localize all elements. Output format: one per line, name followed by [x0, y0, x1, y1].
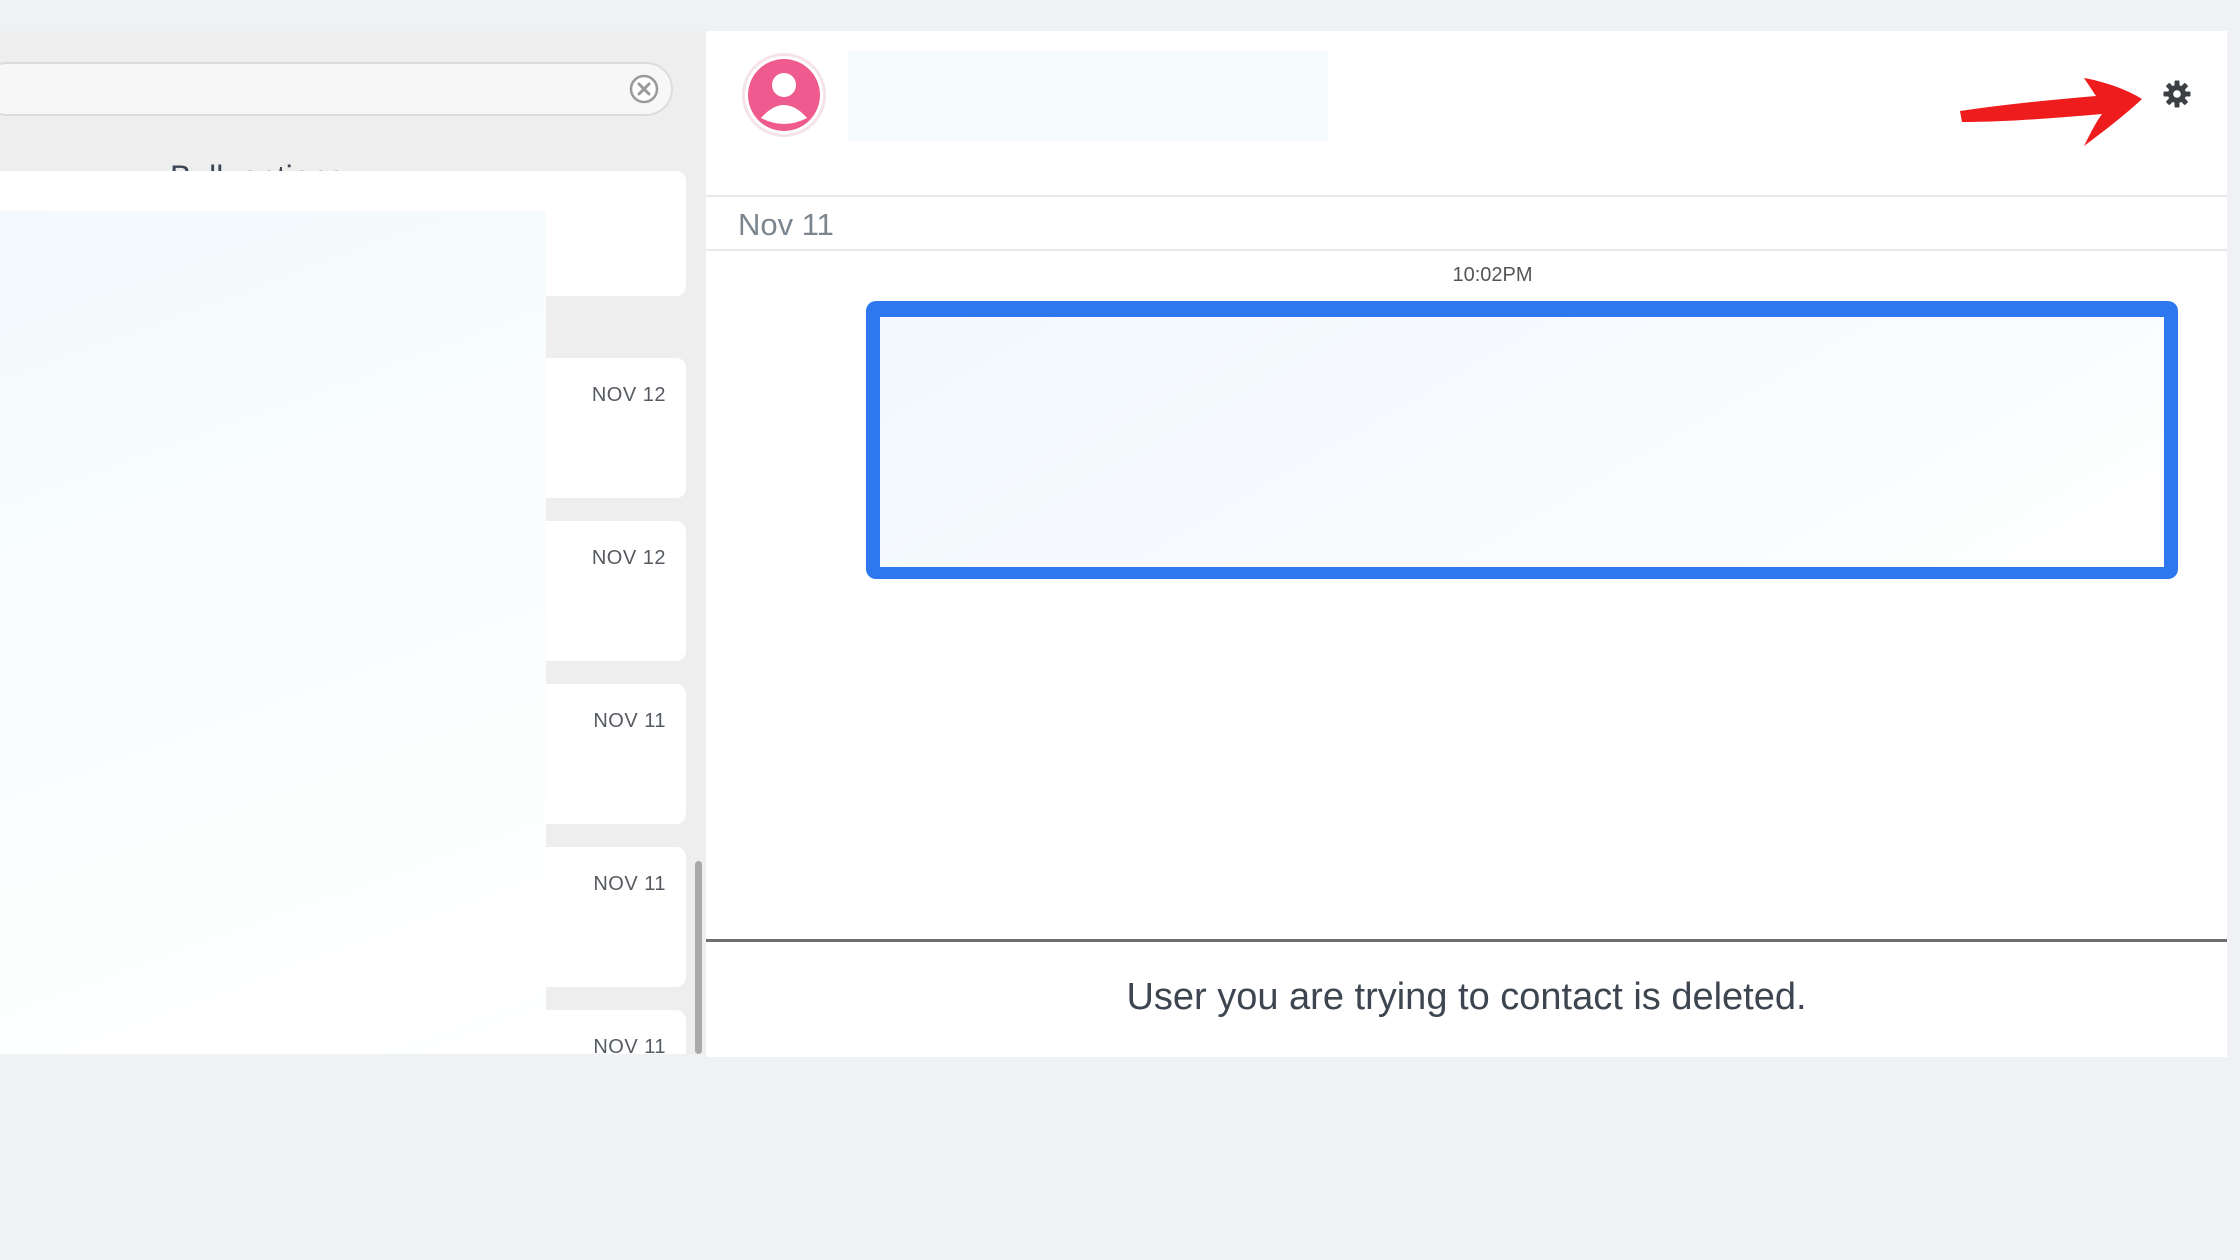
list-scrollbar[interactable] — [695, 861, 702, 1054]
red-arrow-annotation — [1960, 78, 2142, 146]
conversation-date: NOV 11 — [593, 710, 666, 732]
conversation-date: NOV 11 — [593, 1036, 666, 1054]
conversation-date: NOV 11 — [593, 873, 666, 895]
conversation-panel: Nov 11 10:02PM User you are trying to co… — [706, 31, 2227, 1057]
search-box[interactable] — [0, 62, 673, 116]
avatar[interactable] — [742, 53, 826, 137]
search-input[interactable] — [12, 72, 596, 108]
user-avatar-icon — [748, 59, 820, 131]
date-separator-label: Nov 11 — [738, 207, 834, 242]
conversation-header — [706, 31, 2227, 197]
deleted-user-notice: User you are trying to contact is delete… — [1126, 976, 1807, 1018]
gear-icon[interactable] — [2162, 79, 2192, 109]
conversation-date: NOV 12 — [591, 547, 666, 569]
highlighted-message — [866, 301, 2178, 579]
clear-icon[interactable] — [629, 74, 659, 104]
redacted-preview-area — [0, 211, 546, 1054]
message-timestamp: 10:02PM — [1452, 264, 1533, 286]
date-separator: Nov 11 — [706, 197, 2227, 251]
messaging-app: Bulk options NOV 12 NOV 12 NOV 11 NOV 11 — [0, 31, 2227, 1057]
conversation-list-panel: Bulk options NOV 12 NOV 12 NOV 11 NOV 11 — [0, 31, 706, 1054]
deleted-user-notice-bar: User you are trying to contact is delete… — [706, 939, 2227, 1057]
conversation-date: NOV 12 — [591, 384, 666, 406]
contact-name-redacted — [848, 51, 1328, 141]
